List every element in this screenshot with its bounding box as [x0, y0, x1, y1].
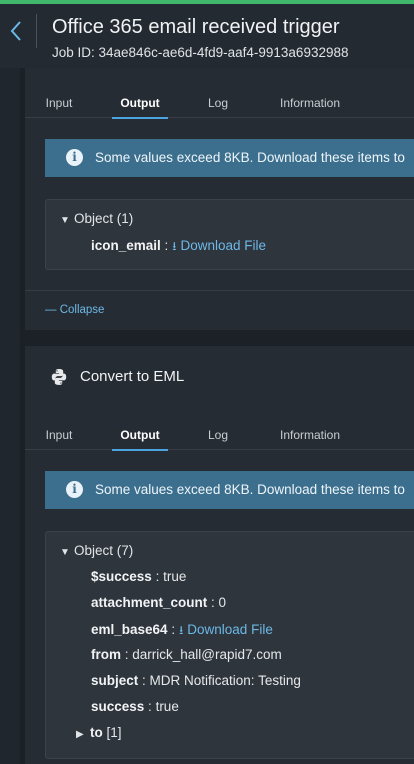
list-item: $success : true	[91, 569, 187, 584]
divider	[25, 290, 414, 291]
output-object: ▼ Object (7) $success : true attachment_c…	[45, 531, 414, 759]
object-toggle[interactable]: ▼ Object (1)	[60, 211, 133, 226]
tab-output[interactable]: Output	[112, 86, 168, 119]
tab-log[interactable]: Log	[207, 418, 229, 450]
page-title: Office 365 email received trigger	[52, 16, 340, 38]
tab-input[interactable]: Input	[45, 418, 73, 450]
step-header[interactable]: Convert to EML	[25, 346, 414, 408]
python-icon	[51, 369, 67, 385]
size-warning-banner: i Some values exceed 8KB. Download these…	[45, 471, 414, 509]
list-item: from : darrick_hall@rapid7.com	[91, 647, 282, 662]
object-label: Object (1)	[74, 211, 134, 226]
caret-down-icon: ▼	[60, 215, 70, 226]
caret-down-icon: ▼	[60, 547, 70, 558]
tab-output[interactable]: Output	[112, 418, 168, 451]
job-id: Job ID: 34ae846c-ae6d-4fd9-aaf4-9913a693…	[52, 45, 349, 60]
download-file-link[interactable]: Download File	[187, 622, 273, 637]
size-warning-banner: i Some values exceed 8KB. Download these…	[45, 139, 414, 177]
sidebar-strip	[0, 68, 20, 764]
object-toggle[interactable]: ▼ Object (7)	[60, 543, 133, 558]
object-label: Object (7)	[74, 543, 134, 558]
info-icon: i	[66, 149, 83, 166]
download-file-link[interactable]: Download File	[181, 238, 267, 253]
step-card-convert-eml: Convert to EML Input Output Log Informat…	[25, 346, 414, 764]
download-icon: ⭳	[172, 239, 177, 253]
tab-bar: Input Output Log Information	[25, 418, 414, 451]
step-title: Convert to EML	[80, 368, 185, 385]
step-card-trigger: Input Output Log Information i Some valu…	[25, 68, 414, 330]
banner-text: Some values exceed 8KB. Download these i…	[95, 150, 405, 165]
collapse-button[interactable]: — Collapse	[45, 304, 104, 316]
tab-information[interactable]: Information	[278, 418, 342, 450]
minus-icon: —	[45, 304, 57, 316]
output-object: ▼ Object (1) icon_email : ⭳ Download File	[45, 199, 414, 270]
tab-input[interactable]: Input	[45, 86, 73, 118]
list-item: subject : MDR Notification: Testing	[91, 673, 301, 688]
to-array-toggle[interactable]: ▶ to [1]	[76, 725, 122, 740]
banner-text: Some values exceed 8KB. Download these i…	[95, 482, 405, 497]
tab-information[interactable]: Information	[278, 86, 342, 118]
list-item: eml_base64 : ⭳ Download File	[91, 622, 273, 637]
tab-log[interactable]: Log	[207, 86, 229, 118]
list-item: icon_email : ⭳ Download File	[91, 238, 267, 253]
download-icon: ⭳	[179, 623, 184, 637]
list-item: success : true	[91, 699, 179, 714]
list-item: attachment_count : 0	[91, 595, 227, 610]
chevron-left-icon	[10, 21, 21, 41]
caret-right-icon: ▶	[76, 729, 84, 740]
header-divider	[36, 14, 37, 48]
back-button[interactable]	[6, 16, 28, 46]
tab-bar: Input Output Log Information	[25, 86, 414, 119]
info-icon: i	[66, 481, 83, 498]
page-header: Office 365 email received trigger Job ID…	[0, 4, 414, 68]
